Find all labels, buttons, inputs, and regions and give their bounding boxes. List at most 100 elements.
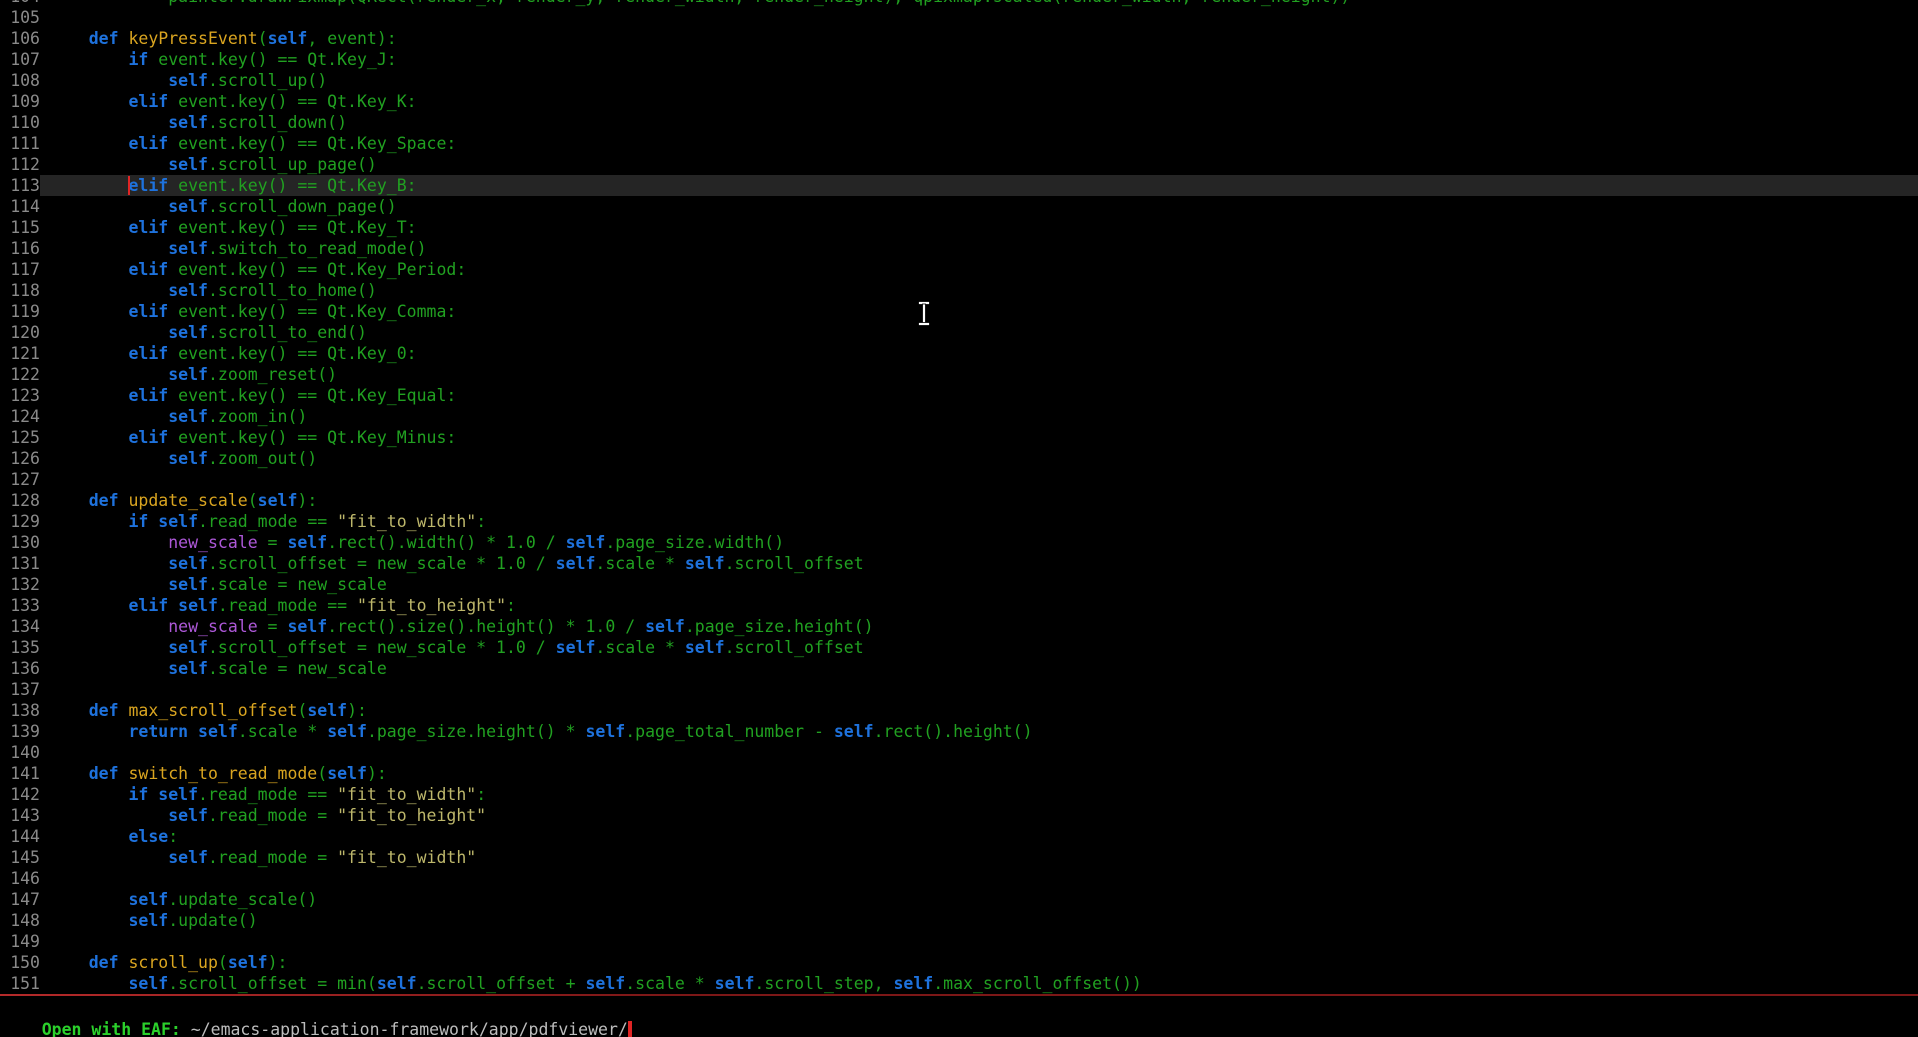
code-text: new_scale = self.rect().width() * 1.0 / …: [40, 532, 1918, 553]
code-line-116[interactable]: 116 self.switch_to_read_mode(): [0, 238, 1918, 259]
code-line-125[interactable]: 125 elif event.key() == Qt.Key_Minus:: [0, 427, 1918, 448]
code-line-139[interactable]: 139 return self.scale * self.page_size.h…: [0, 721, 1918, 742]
line-number: 119: [10, 301, 40, 322]
code-line-128[interactable]: 128 def update_scale(self):: [0, 490, 1918, 511]
code-text: self.read_mode = "fit_to_width": [40, 847, 1918, 868]
code-line-123[interactable]: 123 elif event.key() == Qt.Key_Equal:: [0, 385, 1918, 406]
code-line-146[interactable]: 146: [0, 868, 1918, 889]
minibuffer-cursor: [628, 1021, 632, 1037]
line-number: 133: [10, 595, 40, 616]
code-line-126[interactable]: 126 self.zoom_out(): [0, 448, 1918, 469]
code-line-134[interactable]: 134 new_scale = self.rect().size().heigh…: [0, 616, 1918, 637]
code-text: elif event.key() == Qt.Key_Minus:: [40, 427, 1918, 448]
code-line-118[interactable]: 118 self.scroll_to_home(): [0, 280, 1918, 301]
code-text: return self.scale * self.page_size.heigh…: [40, 721, 1918, 742]
code-line-113[interactable]: 113 elif event.key() == Qt.Key_B:: [0, 175, 1918, 196]
code-line-145[interactable]: 145 self.read_mode = "fit_to_width": [0, 847, 1918, 868]
code-text: elif event.key() == Qt.Key_Period:: [40, 259, 1918, 280]
code-text: self.scroll_to_end(): [40, 322, 1918, 343]
code-line-119[interactable]: 119 elif event.key() == Qt.Key_Comma:: [0, 301, 1918, 322]
code-line-121[interactable]: 121 elif event.key() == Qt.Key_0:: [0, 343, 1918, 364]
code-line-110[interactable]: 110 self.scroll_down(): [0, 112, 1918, 133]
code-text: elif event.key() == Qt.Key_K:: [40, 91, 1918, 112]
code-text: self.scroll_offset = new_scale * 1.0 / s…: [40, 553, 1918, 574]
code-line-138[interactable]: 138 def max_scroll_offset(self):: [0, 700, 1918, 721]
line-number: 145: [10, 847, 40, 868]
code-line-130[interactable]: 130 new_scale = self.rect().width() * 1.…: [0, 532, 1918, 553]
code-line-109[interactable]: 109 elif event.key() == Qt.Key_K:: [0, 91, 1918, 112]
code-text: new_scale = self.rect().size().height() …: [40, 616, 1918, 637]
code-line-148[interactable]: 148 self.update(): [0, 910, 1918, 931]
line-number: 127: [10, 469, 40, 490]
modeline-separator: [0, 994, 1918, 996]
code-line-104[interactable]: 104 painter.drawPixmap(QRect(render_x, r…: [0, 0, 1918, 7]
code-line-124[interactable]: 124 self.zoom_in(): [0, 406, 1918, 427]
code-line-120[interactable]: 120 self.scroll_to_end(): [0, 322, 1918, 343]
code-buffer[interactable]: 104 painter.drawPixmap(QRect(render_x, r…: [0, 0, 1918, 994]
code-text: self.zoom_out(): [40, 448, 1918, 469]
code-text: self.read_mode = "fit_to_height": [40, 805, 1918, 826]
code-line-129[interactable]: 129 if self.read_mode == "fit_to_width":: [0, 511, 1918, 532]
line-number: 105: [10, 7, 40, 28]
line-number: 141: [10, 763, 40, 784]
line-number: 109: [10, 91, 40, 112]
code-text: self.scroll_to_home(): [40, 280, 1918, 301]
code-line-135[interactable]: 135 self.scroll_offset = new_scale * 1.0…: [0, 637, 1918, 658]
code-line-151[interactable]: 151 self.scroll_offset = min(self.scroll…: [0, 973, 1918, 994]
code-line-132[interactable]: 132 self.scale = new_scale: [0, 574, 1918, 595]
ibeam-mouse-cursor: [918, 301, 930, 326]
code-text: self.update(): [40, 910, 1918, 931]
emacs-frame: 104 painter.drawPixmap(QRect(render_x, r…: [0, 0, 1918, 1037]
code-text: def scroll_up(self):: [40, 952, 1918, 973]
code-text: [40, 931, 1918, 952]
code-line-136[interactable]: 136 self.scale = new_scale: [0, 658, 1918, 679]
code-line-127[interactable]: 127: [0, 469, 1918, 490]
line-number: 121: [10, 343, 40, 364]
line-number: 108: [10, 70, 40, 91]
code-text: self.zoom_reset(): [40, 364, 1918, 385]
line-number: 116: [10, 238, 40, 259]
code-line-150[interactable]: 150 def scroll_up(self):: [0, 952, 1918, 973]
code-line-108[interactable]: 108 self.scroll_up(): [0, 70, 1918, 91]
line-number: 146: [10, 868, 40, 889]
line-number: 150: [10, 952, 40, 973]
code-line-112[interactable]: 112 self.scroll_up_page(): [0, 154, 1918, 175]
line-number: 113: [10, 175, 40, 196]
code-line-122[interactable]: 122 self.zoom_reset(): [0, 364, 1918, 385]
code-line-141[interactable]: 141 def switch_to_read_mode(self):: [0, 763, 1918, 784]
line-number: 138: [10, 700, 40, 721]
code-line-140[interactable]: 140: [0, 742, 1918, 763]
line-number: 151: [10, 973, 40, 994]
code-text: self.zoom_in(): [40, 406, 1918, 427]
code-line-143[interactable]: 143 self.read_mode = "fit_to_height": [0, 805, 1918, 826]
code-line-111[interactable]: 111 elif event.key() == Qt.Key_Space:: [0, 133, 1918, 154]
line-number: 112: [10, 154, 40, 175]
code-text: elif event.key() == Qt.Key_Equal:: [40, 385, 1918, 406]
code-line-117[interactable]: 117 elif event.key() == Qt.Key_Period:: [0, 259, 1918, 280]
code-line-131[interactable]: 131 self.scroll_offset = new_scale * 1.0…: [0, 553, 1918, 574]
line-number: 120: [10, 322, 40, 343]
line-number: 140: [10, 742, 40, 763]
code-text: def max_scroll_offset(self):: [40, 700, 1918, 721]
line-number: 125: [10, 427, 40, 448]
code-line-149[interactable]: 149: [0, 931, 1918, 952]
code-line-115[interactable]: 115 elif event.key() == Qt.Key_T:: [0, 217, 1918, 238]
minibuffer-input[interactable]: ~/emacs-application-framework/app/pdfvie…: [191, 1020, 628, 1037]
code-line-142[interactable]: 142 if self.read_mode == "fit_to_width":: [0, 784, 1918, 805]
code-line-107[interactable]: 107 if event.key() == Qt.Key_J:: [0, 49, 1918, 70]
code-line-144[interactable]: 144 else:: [0, 826, 1918, 847]
code-line-133[interactable]: 133 elif self.read_mode == "fit_to_heigh…: [0, 595, 1918, 616]
code-line-106[interactable]: 106 def keyPressEvent(self, event):: [0, 28, 1918, 49]
line-number: 110: [10, 112, 40, 133]
code-text: self.scale = new_scale: [40, 574, 1918, 595]
code-line-147[interactable]: 147 self.update_scale(): [0, 889, 1918, 910]
code-line-114[interactable]: 114 self.scroll_down_page(): [0, 196, 1918, 217]
line-number: 134: [10, 616, 40, 637]
code-line-137[interactable]: 137: [0, 679, 1918, 700]
code-line-105[interactable]: 105: [0, 7, 1918, 28]
line-number: 122: [10, 364, 40, 385]
code-text: elif event.key() == Qt.Key_Space:: [40, 133, 1918, 154]
minibuffer[interactable]: Open with EAF: ~/emacs-application-frame…: [2, 998, 632, 1019]
line-number: 123: [10, 385, 40, 406]
line-number: 124: [10, 406, 40, 427]
